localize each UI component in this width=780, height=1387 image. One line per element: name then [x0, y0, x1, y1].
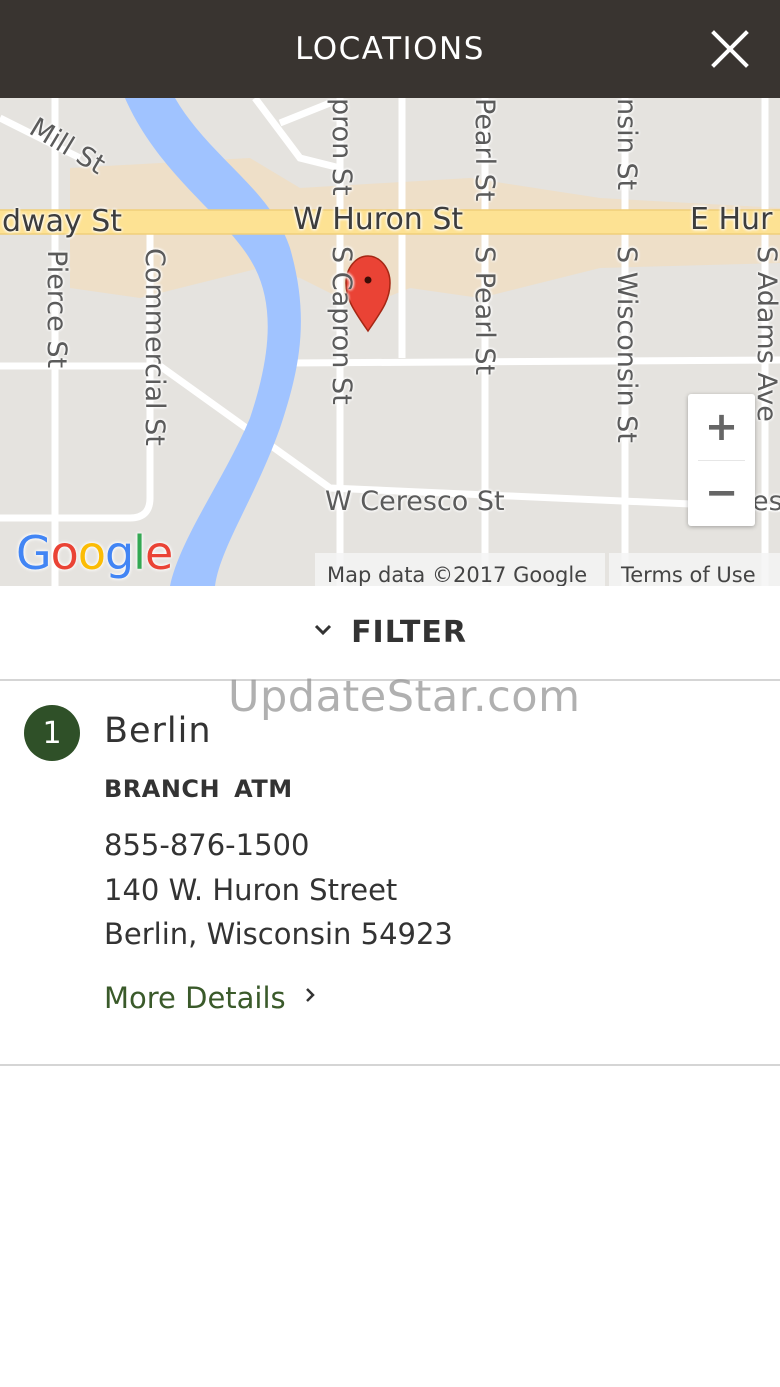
- filter-toggle[interactable]: FILTER: [0, 586, 780, 681]
- terms-of-use-link[interactable]: Terms of Use: [609, 553, 780, 586]
- close-icon[interactable]: [710, 29, 750, 69]
- chevron-right-icon: [305, 988, 315, 1002]
- street-label-wisconsin: S Wisconsin St: [611, 246, 642, 443]
- header-bar: LOCATIONS: [0, 0, 780, 98]
- location-list-item: 1 Berlin BRANCH ATM 855-876-1500 140 W. …: [0, 683, 780, 1066]
- street-label-e-huron: E Hur: [690, 202, 773, 237]
- street-label-pierce: Pierce St: [41, 250, 72, 369]
- chevron-down-icon: [315, 624, 332, 635]
- zoom-out-button[interactable]: −: [688, 460, 755, 526]
- location-type-atm: ATM: [234, 775, 293, 803]
- street-label-wisconsin-top: nsin St: [611, 98, 642, 191]
- street-label-adams: S Adams Ave: [751, 246, 780, 422]
- location-address-line2: Berlin, Wisconsin 54923: [104, 917, 453, 951]
- street-label-broadway: dway St: [2, 204, 123, 239]
- zoom-control: + −: [688, 394, 755, 526]
- location-type-branch: BRANCH: [104, 775, 221, 803]
- location-address-line1: 140 W. Huron Street: [104, 873, 398, 907]
- street-label-ceresco-east: es: [752, 486, 780, 517]
- location-name: Berlin: [104, 711, 212, 751]
- google-logo: Google: [16, 526, 173, 580]
- map-attribution: Map data ©2017 Google: [315, 553, 605, 586]
- more-details-link[interactable]: More Details: [104, 981, 316, 1015]
- filter-label: FILTER: [351, 615, 467, 650]
- map-view[interactable]: dway St W Huron St E Hur Mill St Pierce …: [0, 98, 780, 586]
- street-label-commercial: Commercial St: [139, 248, 170, 446]
- zoom-divider: [698, 460, 745, 461]
- street-label-ceresco: W Ceresco St: [325, 486, 505, 517]
- location-phone[interactable]: 855-876-1500: [104, 828, 309, 862]
- zoom-in-button[interactable]: +: [688, 394, 755, 460]
- street-label-w-huron: W Huron St: [293, 202, 464, 237]
- location-types: BRANCH ATM: [104, 775, 293, 803]
- street-label-capron-top: pron St: [326, 98, 357, 196]
- page-title: LOCATIONS: [295, 31, 485, 67]
- street-label-pearl-top: Pearl St: [469, 98, 500, 202]
- location-number-badge: 1: [24, 705, 80, 761]
- more-details-label: More Details: [104, 981, 286, 1015]
- street-label-pearl: S Pearl St: [469, 246, 500, 376]
- street-label-capron: S Capron St: [326, 246, 357, 405]
